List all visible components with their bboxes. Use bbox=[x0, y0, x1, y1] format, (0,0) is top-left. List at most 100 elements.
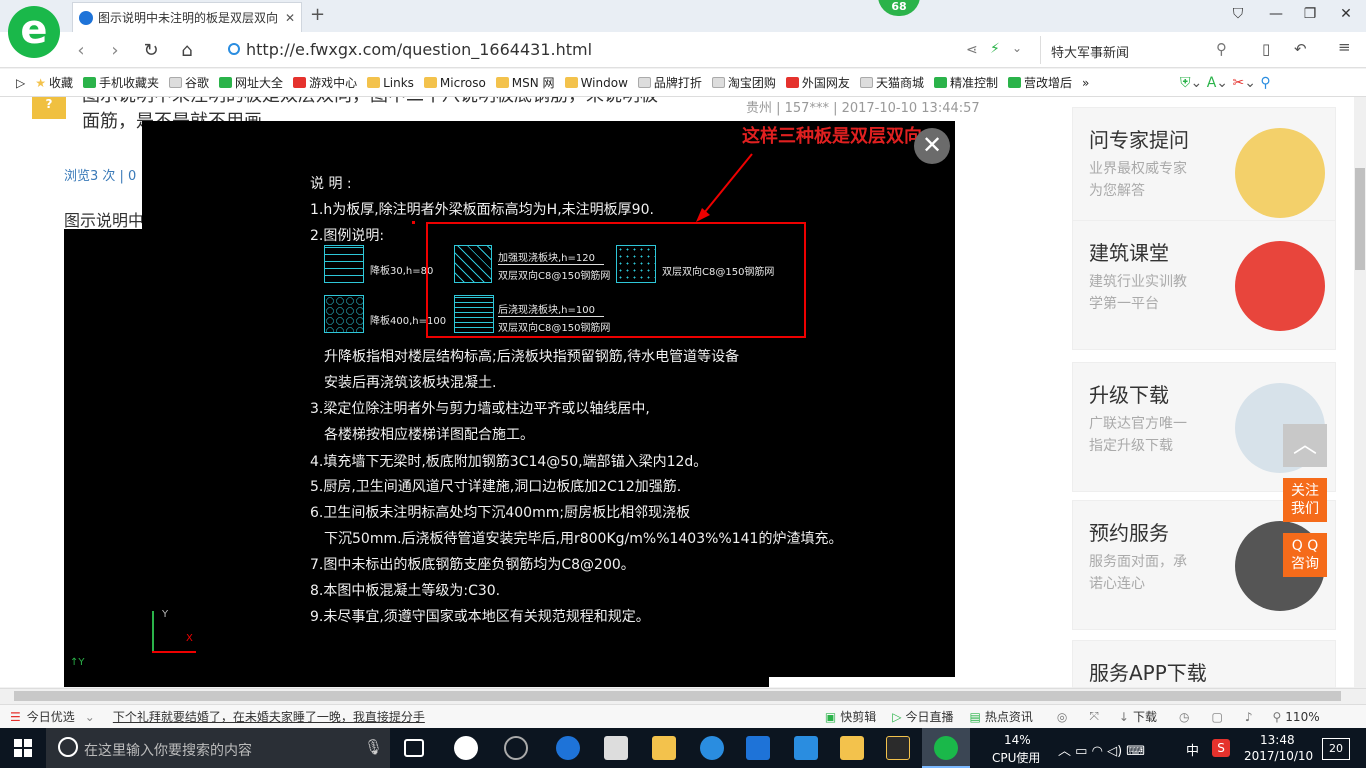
cursor-icon[interactable]: ⤧ bbox=[1089, 709, 1099, 724]
tray-icons[interactable]: ︿ ▭ ◠ ◁) ⌨ bbox=[1058, 740, 1145, 759]
bookmark-item[interactable]: Microso bbox=[423, 76, 486, 90]
bookmark-item[interactable]: 外国网友 bbox=[785, 74, 850, 91]
bookmark-item[interactable]: 营改增后 bbox=[1007, 74, 1072, 91]
ie-icon[interactable] bbox=[700, 736, 724, 760]
today-picks[interactable]: 今日优选 bbox=[27, 708, 75, 725]
cad-note-line: 4.填充墙下无梁时,板底附加钢筋3C14@50,端部锚入梁内12d。 bbox=[310, 454, 708, 470]
ime-indicator[interactable]: 中 bbox=[1186, 740, 1199, 759]
menu-icon[interactable]: ≡ bbox=[1338, 38, 1351, 56]
bookmark-item[interactable]: 游戏中心 bbox=[293, 74, 357, 91]
search-input[interactable]: 特大军事新闻 bbox=[1040, 36, 1245, 64]
clock-icon[interactable]: ◷ bbox=[1179, 710, 1189, 724]
undo-icon[interactable]: ↶ bbox=[1294, 40, 1307, 58]
scissors-icon[interactable]: ✂ bbox=[1232, 75, 1244, 91]
new-tab-button[interactable]: + bbox=[310, 4, 325, 25]
plus-app-icon[interactable] bbox=[794, 736, 818, 760]
bookmark-item[interactable]: 谷歌 bbox=[169, 74, 209, 91]
cortana-icon[interactable] bbox=[58, 737, 78, 757]
translate-icon[interactable]: A bbox=[1207, 75, 1217, 91]
speed-icon[interactable]: ◎ bbox=[1057, 710, 1067, 724]
qq-consult-button[interactable]: Q Q 咨询 bbox=[1283, 533, 1327, 577]
clock-time[interactable]: 13:48 bbox=[1260, 733, 1295, 747]
volume-icon[interactable]: ◁) bbox=[1107, 744, 1122, 759]
task-view-icon[interactable] bbox=[404, 739, 424, 757]
restore-button[interactable]: ❐ bbox=[1298, 6, 1322, 26]
chevron-down-icon[interactable]: ⌄ bbox=[1012, 41, 1022, 55]
chat-icon bbox=[933, 77, 947, 88]
follow-us-button[interactable]: 关注 我们 bbox=[1283, 478, 1327, 522]
phone-icon[interactable]: ▯ bbox=[1262, 40, 1270, 58]
sidebar-card[interactable]: 问专家提问 业界最权威专家 为您解答 bbox=[1072, 107, 1336, 237]
taskbar-search-input[interactable]: 在这里输入你要搜索的内容 bbox=[46, 728, 390, 768]
sidebar-card[interactable]: 服务APP下载 bbox=[1072, 640, 1336, 688]
back-icon[interactable]: ‹ bbox=[70, 40, 92, 61]
file-explorer-icon[interactable] bbox=[652, 736, 676, 760]
game-icon bbox=[293, 77, 307, 88]
sidebar-card-title: 预约服务 bbox=[1089, 521, 1169, 545]
live-link[interactable]: 今日直播 bbox=[905, 708, 953, 725]
more-bookmarks-icon[interactable]: » bbox=[1082, 76, 1089, 90]
notification-center-button[interactable]: 20 bbox=[1322, 738, 1350, 760]
url-field[interactable]: http://e.fwxgx.com/question_1664431.html bbox=[246, 40, 592, 59]
bookmark-item[interactable]: 品牌打折 bbox=[637, 74, 702, 91]
bookmark-item[interactable]: 手机收藏夹 bbox=[83, 74, 159, 91]
windows-start-icon[interactable] bbox=[14, 739, 32, 757]
news-link[interactable]: 下个礼拜就要结婚了，在未婚夫家睡了一晚，我直接提分手 bbox=[113, 708, 425, 725]
bookmark-item[interactable]: Links bbox=[367, 76, 414, 90]
mute-icon[interactable]: ♪ bbox=[1245, 710, 1253, 724]
sogou-icon[interactable] bbox=[504, 736, 528, 760]
bookmark-item[interactable]: ★ 收藏 bbox=[35, 74, 73, 91]
store-icon[interactable] bbox=[604, 736, 628, 760]
bookmark-item[interactable]: 天猫商城 bbox=[859, 74, 924, 91]
forward-icon[interactable]: › bbox=[104, 40, 126, 61]
wifi-icon[interactable]: ◠ bbox=[1092, 744, 1103, 759]
page-icon bbox=[711, 77, 725, 88]
bookmark-item[interactable]: Window bbox=[564, 76, 628, 90]
vertical-scroll-thumb[interactable] bbox=[1355, 168, 1365, 270]
sidebar-card[interactable]: 建筑课堂 建筑行业实训教 学第一平台 bbox=[1072, 220, 1336, 350]
hot-news-link[interactable]: 热点资讯 bbox=[985, 708, 1033, 725]
edge-icon[interactable] bbox=[556, 736, 580, 760]
hex-swatch bbox=[324, 295, 364, 333]
bookmark-item[interactable]: 网址大全 bbox=[219, 74, 283, 91]
horizontal-scroll-thumb[interactable] bbox=[14, 691, 1341, 701]
search-icon[interactable]: ⚲ bbox=[1216, 40, 1227, 58]
browser-tab[interactable]: 图示说明中未注明的板是双层双向 ✕ bbox=[72, 2, 302, 32]
home-icon[interactable]: ⌂ bbox=[176, 40, 198, 61]
fan-icon[interactable] bbox=[454, 736, 478, 760]
glodon-icon[interactable] bbox=[746, 736, 770, 760]
magnifier-icon[interactable]: ⚲ bbox=[1260, 75, 1270, 91]
microphone-icon[interactable]: 🎙︎ bbox=[364, 738, 383, 756]
close-window-button[interactable]: ✕ bbox=[1334, 6, 1358, 26]
quick-edit-link[interactable]: 快剪辑 bbox=[840, 708, 876, 725]
keyboard-icon[interactable]: ⌨ bbox=[1126, 744, 1145, 759]
shirt-icon[interactable]: ⛉ bbox=[1226, 6, 1250, 26]
refresh-icon[interactable]: ↻ bbox=[140, 40, 162, 61]
minimize-button[interactable]: — bbox=[1264, 6, 1288, 26]
browser-task-icon[interactable] bbox=[934, 736, 958, 760]
notes-icon[interactable] bbox=[840, 736, 864, 760]
y-axis-line bbox=[152, 611, 154, 651]
shield-icon[interactable]: ⛨ bbox=[1180, 75, 1191, 91]
chevron-up-icon[interactable]: ︿ bbox=[1058, 744, 1071, 759]
lightning-icon[interactable]: ⚡ bbox=[990, 41, 1000, 57]
zoom-level[interactable]: 110% bbox=[1285, 710, 1319, 724]
extension-icons[interactable]: ⛨⌄ A⌄ ✂⌄ ⚲ bbox=[1180, 75, 1360, 91]
share-icon[interactable]: ⋖ bbox=[966, 42, 978, 58]
bookmark-item[interactable]: 精准控制 bbox=[933, 74, 998, 91]
tab-close-icon[interactable]: ✕ bbox=[285, 11, 295, 25]
sogou-ime-icon[interactable]: S bbox=[1212, 739, 1230, 757]
battery-icon[interactable]: ▭ bbox=[1075, 744, 1087, 759]
bookmark-item[interactable]: MSN 网 bbox=[495, 74, 555, 91]
window-icon[interactable]: ▢ bbox=[1211, 710, 1222, 724]
download-link[interactable]: 下载 bbox=[1133, 708, 1157, 725]
bookmark-item[interactable]: 淘宝团购 bbox=[711, 74, 776, 91]
browser-logo-icon[interactable]: e bbox=[8, 6, 60, 58]
clock-date[interactable]: 2017/10/10 bbox=[1244, 749, 1313, 763]
chevron-down-icon[interactable]: ⌄ bbox=[85, 710, 95, 724]
viewer-close-button[interactable]: ✕ bbox=[914, 128, 950, 164]
red-dot bbox=[412, 221, 415, 224]
help-icon[interactable] bbox=[886, 736, 910, 760]
back-to-top-button[interactable]: ︿ bbox=[1283, 424, 1327, 467]
sidebar-toggle-icon[interactable]: ▷ bbox=[16, 76, 25, 90]
